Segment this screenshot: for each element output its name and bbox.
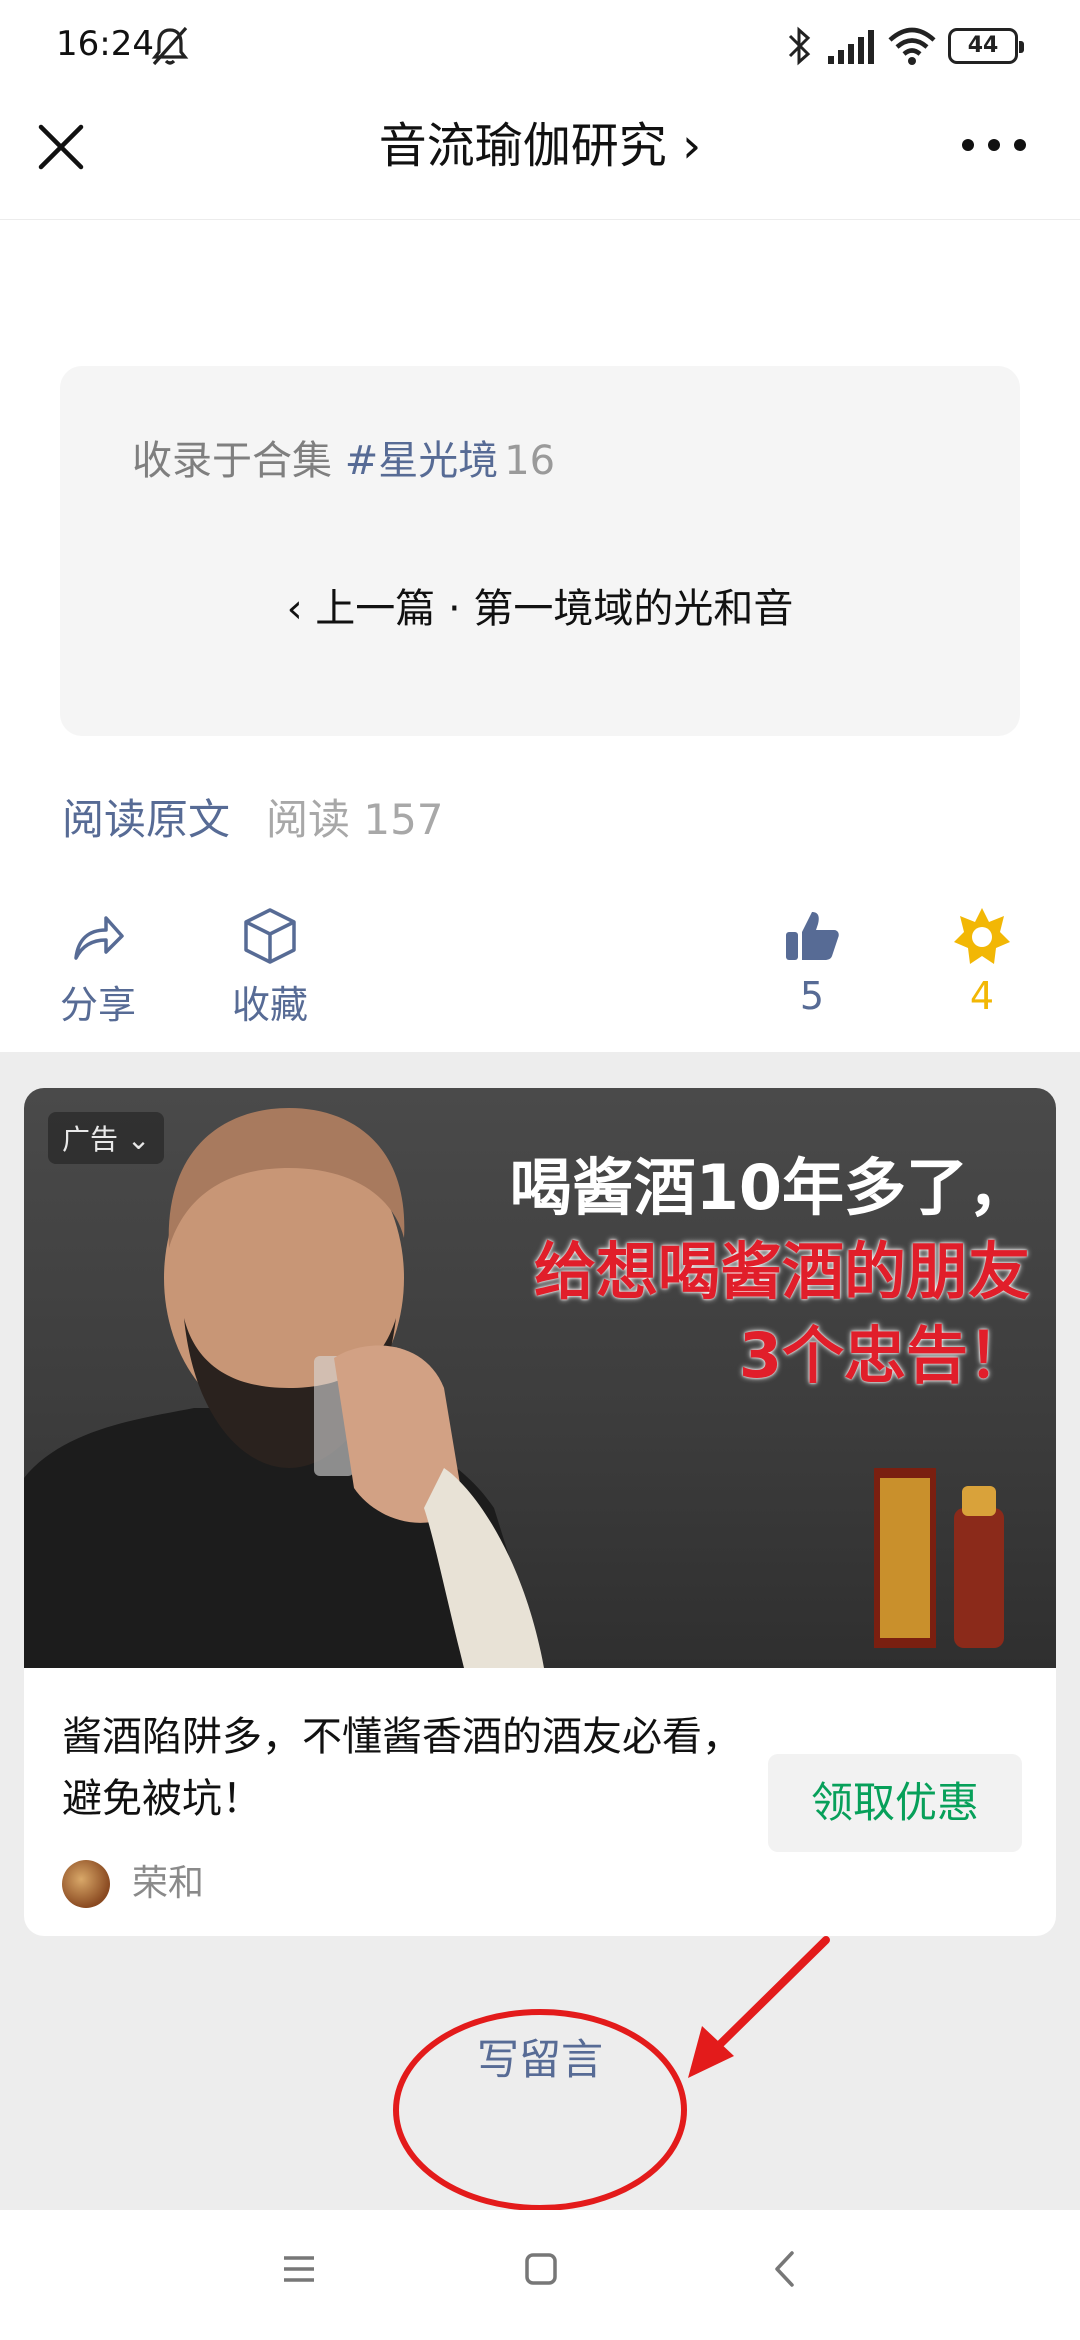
collection-label: 收录于合集 <box>132 438 332 484</box>
like-count: 5 <box>799 974 825 1018</box>
star-icon <box>954 908 1010 964</box>
nav-bar <box>0 2210 1080 2340</box>
box-icon <box>244 908 296 964</box>
collection-card[interactable]: 收录于合集 #星光境 16 ‹ 上一篇 · 第一境域的光和音 <box>60 366 1020 736</box>
wow-button[interactable]: 4 <box>922 906 1042 1018</box>
like-button[interactable]: 5 <box>752 906 872 1018</box>
account-title[interactable]: 音流瑜伽研究 › <box>240 116 840 176</box>
favorite-label: 收藏 <box>231 983 308 1027</box>
collection-count: 16 <box>504 438 556 484</box>
status-bar: 16:24 44 <box>0 0 1080 96</box>
menu-icon[interactable] <box>282 2252 316 2286</box>
advertiser-name: 荣和 <box>132 1863 205 1904</box>
annotation-overlay <box>393 1936 830 2211</box>
advertiser-avatar <box>62 1860 110 1908</box>
battery-icon: 44 <box>948 28 1024 64</box>
share-icon <box>74 916 124 960</box>
wifi-icon <box>888 27 936 65</box>
title-bar: 音流瑜伽研究 › <box>0 96 1080 220</box>
ad-section: 广告 ⌄ 喝酱酒10年多了， 给想喝酱酒的朋友 3个忠告！ 酱酒陷阱多，不懂酱香… <box>0 1052 1080 2211</box>
status-time: 16:24 <box>56 24 154 64</box>
back-icon[interactable] <box>772 2250 796 2288</box>
bluetooth-icon <box>788 26 811 66</box>
more-icon[interactable] <box>960 130 1028 160</box>
prev-article-link[interactable]: ‹ 上一篇 · 第一境域的光和音 <box>60 576 1020 634</box>
ad-headline-line1: 喝酱酒10年多了， <box>509 1151 1030 1224</box>
ad-image[interactable]: 广告 ⌄ 喝酱酒10年多了， 给想喝酱酒的朋友 3个忠告！ <box>24 1088 1056 1668</box>
annotation-circle <box>393 2009 687 2211</box>
signal-icon <box>828 30 874 64</box>
battery-level: 44 <box>967 33 999 58</box>
close-icon[interactable] <box>34 120 88 174</box>
read-original-link[interactable]: 阅读原文 <box>62 786 230 847</box>
ad-title[interactable]: 酱酒陷阱多，不懂酱香酒的酒友必看，避免被坑！ <box>62 1706 752 1830</box>
bell-off-icon <box>151 26 189 66</box>
share-label: 分享 <box>59 983 136 1027</box>
ad-card[interactable]: 广告 ⌄ 喝酱酒10年多了， 给想喝酱酒的朋友 3个忠告！ 酱酒陷阱多，不懂酱香… <box>24 1088 1056 1936</box>
favorite-button[interactable]: 收藏 <box>210 906 330 1029</box>
collection-info: 收录于合集 #星光境 16 <box>132 428 555 486</box>
ad-badge[interactable]: 广告 ⌄ <box>48 1112 165 1164</box>
read-count: 阅读 157 <box>266 795 444 844</box>
ad-cta-button[interactable]: 领取优惠 <box>768 1754 1022 1852</box>
share-button[interactable]: 分享 <box>38 906 158 1029</box>
thumbs-up-icon <box>786 912 839 960</box>
home-icon[interactable] <box>524 2252 558 2286</box>
ad-headline-line2: 给想喝酱酒的朋友 <box>533 1235 1030 1308</box>
collection-tag[interactable]: #星光境 <box>345 438 499 484</box>
wow-count: 4 <box>969 974 995 1018</box>
ad-headline-line3: 3个忠告！ <box>738 1319 1030 1392</box>
